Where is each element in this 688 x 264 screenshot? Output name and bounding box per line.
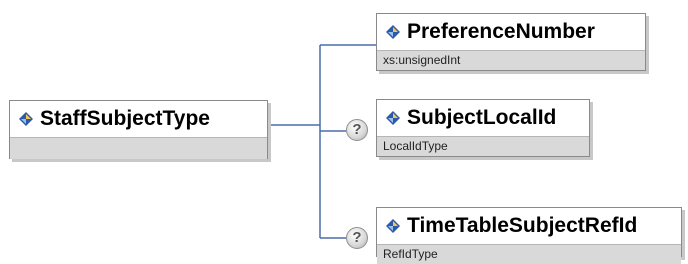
element-name: SubjectLocalId	[407, 106, 557, 129]
root-element-box[interactable]: StaffSubjectType	[9, 100, 268, 159]
schema-diagram: StaffSubjectType PreferenceNumber xs:uns…	[0, 0, 688, 264]
element-box-subjectlocalid[interactable]: SubjectLocalId LocalIdType	[376, 99, 590, 157]
optional-icon: ?	[346, 119, 368, 141]
element-name: TimeTableSubjectRefId	[407, 214, 638, 237]
element-diamond-icon	[19, 112, 33, 126]
element-diamond-icon	[386, 25, 400, 39]
element-type-label: RefIdType	[377, 244, 681, 264]
root-element-name: StaffSubjectType	[40, 107, 210, 130]
element-diamond-icon	[386, 111, 400, 125]
element-diamond-icon	[386, 219, 400, 233]
element-header: PreferenceNumber	[377, 14, 645, 50]
element-type-label: xs:unsignedInt	[377, 50, 645, 70]
element-header: SubjectLocalId	[377, 100, 589, 136]
root-element-header: StaffSubjectType	[10, 101, 267, 137]
element-header: TimeTableSubjectRefId	[377, 208, 681, 244]
element-box-timetablesubjectrefid[interactable]: TimeTableSubjectRefId RefIdType	[376, 207, 682, 264]
root-element-footer	[10, 137, 267, 159]
element-type-label: LocalIdType	[377, 136, 589, 156]
element-name: PreferenceNumber	[407, 20, 595, 43]
optional-icon: ?	[346, 227, 368, 249]
element-box-preferencenumber[interactable]: PreferenceNumber xs:unsignedInt	[376, 13, 646, 71]
